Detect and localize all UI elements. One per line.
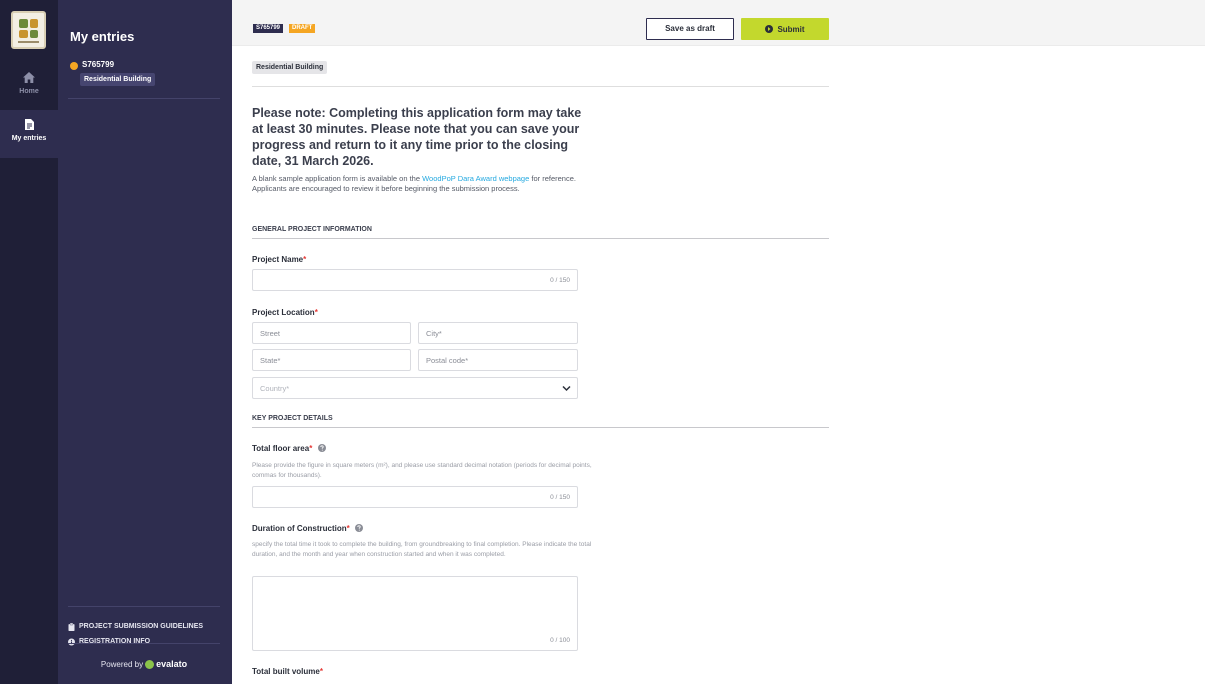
duration-label-text: Duration of Construction bbox=[252, 524, 347, 533]
floor-area-label: Total floor area* bbox=[252, 444, 326, 453]
section-key-details: KEY PROJECT DETAILS bbox=[252, 415, 829, 428]
street-input[interactable]: Street bbox=[252, 322, 411, 344]
help-icon[interactable] bbox=[355, 524, 364, 532]
duration-textarea[interactable]: 0 / 100 bbox=[252, 576, 578, 651]
note-text-before: A blank sample application form is avail… bbox=[252, 174, 423, 183]
project-name-input[interactable]: 0 / 150 bbox=[252, 269, 578, 291]
application-form: Residential Building Please note: Comple… bbox=[232, 46, 1205, 684]
submit-circle-icon bbox=[765, 25, 774, 33]
rail-home-label: Home bbox=[19, 88, 39, 95]
required-marker: * bbox=[309, 444, 313, 453]
guidelines-link[interactable]: PROJECT SUBMISSION GUIDELINES bbox=[68, 619, 220, 634]
entry-category: Residential Building bbox=[80, 73, 156, 86]
duration-hint: specify the total time it took to comple… bbox=[252, 541, 592, 558]
required-marker: * bbox=[346, 524, 350, 533]
char-counter: 0 / 150 bbox=[550, 494, 570, 501]
project-name-label: Project Name* bbox=[252, 255, 306, 264]
postal-code-placeholder: Postal code* bbox=[426, 356, 469, 365]
evalato-logo-icon bbox=[145, 659, 155, 669]
state-placeholder: State* bbox=[260, 356, 281, 365]
panel-title: My entries bbox=[70, 29, 135, 44]
entry-code-badge: S765799 bbox=[253, 24, 284, 33]
chevron-down-icon bbox=[562, 385, 571, 392]
note-heading: Please note: Completing this application… bbox=[252, 106, 582, 168]
state-input[interactable]: State* bbox=[252, 349, 411, 371]
submit-label: Submit bbox=[777, 24, 805, 34]
entry-id: S765799 bbox=[82, 60, 115, 69]
rail-entries-label: My entries bbox=[11, 135, 47, 142]
icon-rail: Home My entries bbox=[0, 0, 58, 684]
city-input[interactable]: City* bbox=[418, 322, 578, 344]
save-as-draft-button[interactable]: Save as draft bbox=[646, 18, 734, 40]
guidelines-label: PROJECT SUBMISSION GUIDELINES bbox=[79, 623, 204, 630]
country-placeholder: Country* bbox=[260, 384, 290, 393]
built-volume-label-text: Total built volume bbox=[252, 667, 320, 676]
evalato-brand: evalato bbox=[156, 659, 188, 669]
project-name-label-text: Project Name bbox=[252, 255, 304, 264]
postal-code-input[interactable]: Postal code* bbox=[418, 349, 578, 371]
document-icon bbox=[24, 119, 34, 130]
powered-by-footer[interactable]: Powered by evalato bbox=[68, 643, 220, 684]
project-location-label: Project Location* bbox=[252, 308, 318, 317]
entry-item[interactable]: S765799 Residential Building bbox=[68, 59, 220, 99]
rail-home[interactable]: Home bbox=[0, 63, 58, 111]
section-general-info: GENERAL PROJECT INFORMATION bbox=[252, 226, 829, 239]
help-icon[interactable] bbox=[317, 444, 326, 452]
home-icon bbox=[23, 72, 35, 83]
rail-my-entries[interactable]: My entries bbox=[0, 110, 58, 158]
duration-label: Duration of Construction* bbox=[252, 524, 364, 533]
entry-status-dot bbox=[70, 62, 78, 70]
city-placeholder: City* bbox=[426, 329, 442, 338]
country-select[interactable]: Country* bbox=[252, 377, 578, 399]
top-bar: S765799 DRAFT Save as draft Submit bbox=[232, 0, 1205, 46]
required-marker: * bbox=[303, 255, 307, 264]
organization-logo[interactable] bbox=[11, 11, 46, 49]
floor-area-label-text: Total floor area bbox=[252, 444, 310, 453]
street-placeholder: Street bbox=[260, 329, 281, 338]
powered-by-text: Powered by bbox=[100, 659, 144, 669]
category-tag: Residential Building bbox=[252, 61, 328, 74]
char-counter: 0 / 100 bbox=[550, 637, 570, 644]
entries-panel: My entries S765799 Residential Building … bbox=[58, 0, 232, 684]
clipboard-icon bbox=[68, 622, 75, 631]
char-counter: 0 / 150 bbox=[550, 277, 570, 284]
project-location-label-text: Project Location bbox=[252, 308, 315, 317]
required-marker: * bbox=[319, 667, 323, 676]
submit-button[interactable]: Submit bbox=[741, 18, 829, 40]
floor-area-input[interactable]: 0 / 150 bbox=[252, 486, 578, 508]
note-text: A blank sample application form is avail… bbox=[252, 174, 592, 194]
required-marker: * bbox=[314, 308, 318, 317]
status-badge: DRAFT bbox=[289, 24, 316, 33]
floor-area-hint: Please provide the figure in square mete… bbox=[252, 462, 592, 479]
sample-form-link[interactable]: WoodPoP Dara Award webpage bbox=[422, 174, 529, 183]
built-volume-label: Total built volume* bbox=[252, 667, 323, 676]
divider bbox=[252, 86, 829, 87]
